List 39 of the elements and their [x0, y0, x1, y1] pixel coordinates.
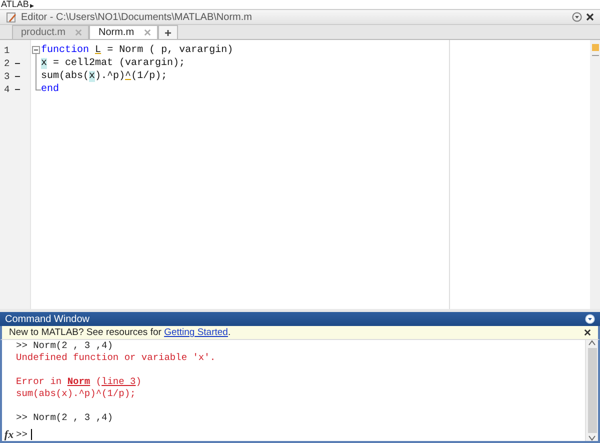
scroll-down-icon[interactable] — [588, 435, 596, 441]
error-link[interactable]: line 3 — [102, 376, 136, 387]
pencil-icon — [6, 12, 17, 22]
square-icon — [592, 44, 598, 51]
error-link[interactable]: Norm — [67, 376, 90, 387]
command-echo: >> Norm(2 , 3 ,4) — [16, 340, 114, 352]
error-message: Error in Norm (line 3) — [16, 376, 142, 388]
error-message: sum(abs(x).^p)^(1/p); — [16, 388, 137, 400]
line-number: 3 — [4, 71, 10, 82]
breakpoint-dash — [14, 63, 20, 64]
line-icon — [592, 55, 598, 57]
breakpoint-dash — [14, 89, 20, 90]
close-icon[interactable] — [584, 329, 591, 336]
dropdown-icon[interactable] — [572, 12, 582, 22]
code-line: end — [41, 84, 60, 95]
line-number: 2 — [4, 58, 10, 69]
code-line: function L = Norm ( p, varargin) — [41, 45, 234, 56]
text-cursor — [31, 429, 32, 440]
fold-icon[interactable] — [32, 44, 40, 57]
close-icon[interactable] — [586, 13, 594, 21]
notice-text: New to MATLAB? See resources for Getting Started. — [9, 327, 232, 338]
editor-tab[interactable]: Norm.m — [89, 25, 158, 39]
scrollbar-thumb[interactable] — [588, 348, 596, 433]
command-window-title: Command Window — [5, 314, 90, 324]
new-tab-button[interactable]: + — [158, 25, 178, 39]
code-line: sum(abs(x).^p)^(1/p); — [41, 71, 168, 82]
command-prompt: >> — [16, 429, 28, 440]
function-browser-icon[interactable]: fx — [2, 428, 16, 440]
getting-started-link[interactable]: Getting Started — [164, 327, 228, 338]
code-line: x = cell2mat (varargin); — [41, 58, 186, 69]
editor-tab[interactable]: product.m — [12, 25, 90, 39]
editor-title: Editor - C:\Users\NO1\Documents\MATLAB\Norm.m — [21, 12, 253, 22]
app-label: ATLAB — [1, 0, 29, 9]
line-number: 1 — [4, 45, 10, 56]
scroll-up-icon[interactable] — [588, 340, 596, 346]
breakpoint-dash — [14, 76, 20, 77]
command-echo: >> Norm(2 , 3 ,4) — [16, 412, 114, 424]
line-number: 4 — [4, 84, 10, 95]
error-message: Undefined function or variable 'x'. — [16, 352, 217, 364]
